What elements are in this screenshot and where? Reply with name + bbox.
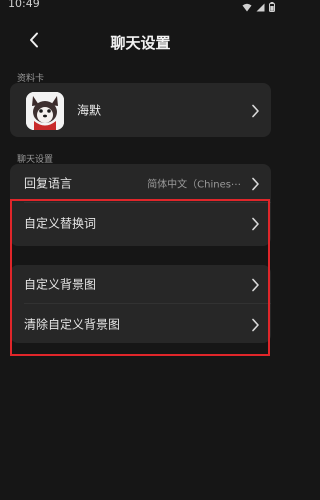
reply-language-value: 简体中文（Chines⋯: [147, 179, 241, 191]
custom-replace-row[interactable]: 自定义替换词: [10, 203, 271, 243]
custom-background-row[interactable]: 自定义背景图: [10, 265, 271, 303]
signal-icon: [256, 3, 265, 12]
nav-bar: 聊天设置: [0, 22, 281, 62]
chevron-right-icon: [249, 277, 261, 292]
status-bar: 10:49: [0, 0, 281, 20]
chevron-right-icon: [249, 216, 261, 231]
chevron-right-icon: [249, 317, 261, 331]
custom-replace-label: 自定义替换词: [24, 216, 97, 231]
background-card: 自定义背景图 清除自定义背景图: [10, 265, 271, 343]
chevron-right-icon: [249, 176, 261, 191]
chevron-right-icon: [249, 103, 261, 118]
status-icons: [242, 2, 275, 12]
custom-background-label: 自定义背景图: [24, 277, 97, 292]
page-title: 聊天设置: [110, 34, 171, 52]
profile-card[interactable]: 海默: [10, 83, 271, 137]
clear-background-row[interactable]: 清除自定义背景图: [10, 304, 271, 343]
wifi-icon: [242, 3, 252, 12]
battery-icon: [269, 2, 275, 12]
reply-language-row[interactable]: 回复语言 简体中文（Chines⋯: [10, 164, 271, 202]
avatar: [26, 92, 64, 130]
clear-background-label: 清除自定义背景图: [24, 317, 121, 331]
chat-settings-card: 回复语言 简体中文（Chines⋯ 自定义替换词: [10, 164, 271, 246]
profile-name: 海默: [77, 103, 102, 118]
reply-language-label: 回复语言: [24, 176, 73, 191]
status-time: 10:49: [8, 0, 40, 10]
